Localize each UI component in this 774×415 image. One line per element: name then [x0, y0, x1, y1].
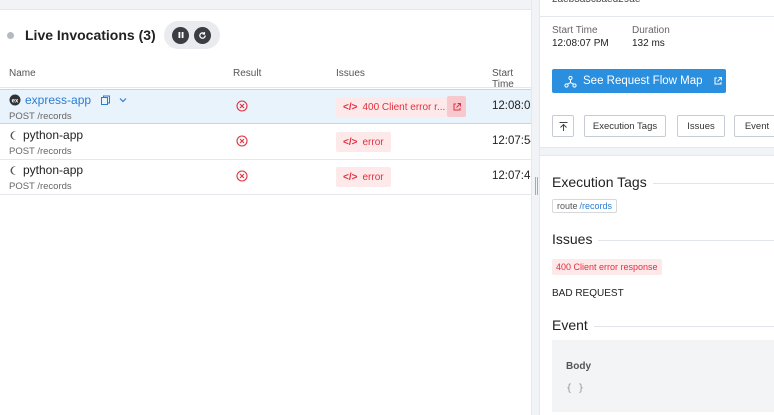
row-app-name[interactable]: python-app: [23, 163, 83, 177]
error-circle-icon: [236, 100, 248, 112]
flow-map-icon: [564, 75, 577, 88]
svg-text:ex: ex: [12, 98, 19, 104]
live-invocations-title: Live Invocations (3): [25, 27, 156, 43]
table-row[interactable]: python-app POST /records </> error 12:07…: [0, 125, 537, 160]
refresh-button[interactable]: [194, 26, 212, 44]
event-title: Event: [552, 317, 594, 333]
column-issues[interactable]: Issues: [336, 68, 365, 79]
external-link-icon: [714, 77, 722, 85]
tag-key: route: [557, 201, 578, 211]
event-button[interactable]: Event: [734, 115, 774, 137]
pause-button[interactable]: [172, 26, 190, 44]
live-invocations-header: Live Invocations (3): [0, 20, 220, 50]
code-icon: </>: [343, 136, 358, 148]
scroll-top-button[interactable]: [552, 115, 574, 137]
row-result: [236, 100, 248, 115]
issue-message: BAD REQUEST: [552, 288, 624, 299]
column-name[interactable]: Name: [9, 68, 36, 79]
copy-icon[interactable]: [100, 95, 111, 106]
row-issue-text: 400 Client error r...: [362, 101, 446, 113]
issues-button[interactable]: Issues: [677, 115, 725, 137]
event-body-panel: Body { }: [552, 340, 774, 412]
see-request-flow-map-button[interactable]: See Request Flow Map: [552, 69, 726, 93]
top-strip: [0, 0, 531, 10]
live-controls: [163, 21, 220, 49]
route-tag: route /records: [552, 199, 618, 213]
flow-map-label: See Request Flow Map: [583, 75, 703, 87]
duration-value: 132 ms: [632, 38, 665, 49]
python-icon: [10, 130, 16, 140]
external-link-button[interactable]: [447, 96, 466, 117]
external-link-icon: [453, 102, 461, 110]
live-status-dot: [7, 31, 14, 39]
row-route: POST /records: [9, 146, 72, 157]
invocations-pane: Live Invocations (3) Name Result Issues …: [0, 0, 537, 415]
error-circle-icon: [236, 170, 248, 182]
trace-id: 2aeb5a5cbaed29ae: [552, 0, 640, 5]
body-value: { }: [566, 383, 585, 394]
issue-badge: 400 Client error response: [552, 259, 662, 275]
tag-value[interactable]: /records: [580, 201, 613, 211]
start-time-field: Start Time 12:08:07 PM: [552, 25, 609, 49]
row-name: python-app: [9, 163, 83, 177]
chevron-down-icon[interactable]: [118, 95, 128, 105]
table-row[interactable]: ex express-app POST /records </> 400 Cli…: [0, 89, 537, 124]
error-circle-icon: [236, 135, 248, 147]
table-row[interactable]: python-app POST /records </> error 12:07…: [0, 160, 537, 195]
start-time-value: 12:08:07 PM: [552, 38, 609, 49]
duration-label: Duration: [632, 25, 670, 36]
refresh-icon: [199, 31, 207, 39]
row-result: [236, 135, 248, 150]
detail-separator: [540, 16, 774, 17]
python-icon: [10, 165, 16, 175]
issues-title: Issues: [552, 231, 599, 247]
pane-resizer[interactable]: [531, 0, 540, 415]
row-issue-badge[interactable]: </> error: [336, 132, 391, 152]
scroll-top-icon: [559, 121, 567, 131]
code-icon: </>: [343, 171, 358, 183]
table-header: Name Result Issues Start Time: [0, 60, 531, 90]
column-start-time[interactable]: Start Time: [492, 68, 531, 90]
row-result: [236, 170, 248, 185]
execution-tags-title: Execution Tags: [552, 174, 653, 190]
row-issue-text: error: [362, 136, 384, 148]
row-route: POST /records: [9, 111, 72, 122]
duration-field: Duration 132 ms: [632, 25, 670, 49]
row-issue-badge[interactable]: </> 400 Client error r...: [336, 97, 453, 117]
row-issue-badge[interactable]: </> error: [336, 167, 391, 187]
row-name: ex express-app: [9, 93, 128, 107]
execution-tags-button[interactable]: Execution Tags: [584, 115, 666, 137]
start-time-label: Start Time: [552, 25, 598, 36]
column-result[interactable]: Result: [233, 68, 261, 79]
pause-icon: [178, 32, 184, 38]
row-route: POST /records: [9, 181, 72, 192]
detail-band: [540, 147, 774, 156]
express-icon: ex: [9, 94, 21, 106]
row-issue-text: error: [362, 171, 384, 183]
body-label: Body: [566, 361, 591, 372]
code-icon: </>: [343, 101, 358, 113]
resize-grip[interactable]: [535, 177, 538, 195]
invocation-detail-pane: 2aeb5a5cbaed29ae Start Time 12:08:07 PM …: [540, 0, 774, 415]
row-app-name[interactable]: python-app: [23, 128, 83, 142]
row-name: python-app: [9, 128, 83, 142]
row-app-name[interactable]: express-app: [25, 93, 91, 107]
